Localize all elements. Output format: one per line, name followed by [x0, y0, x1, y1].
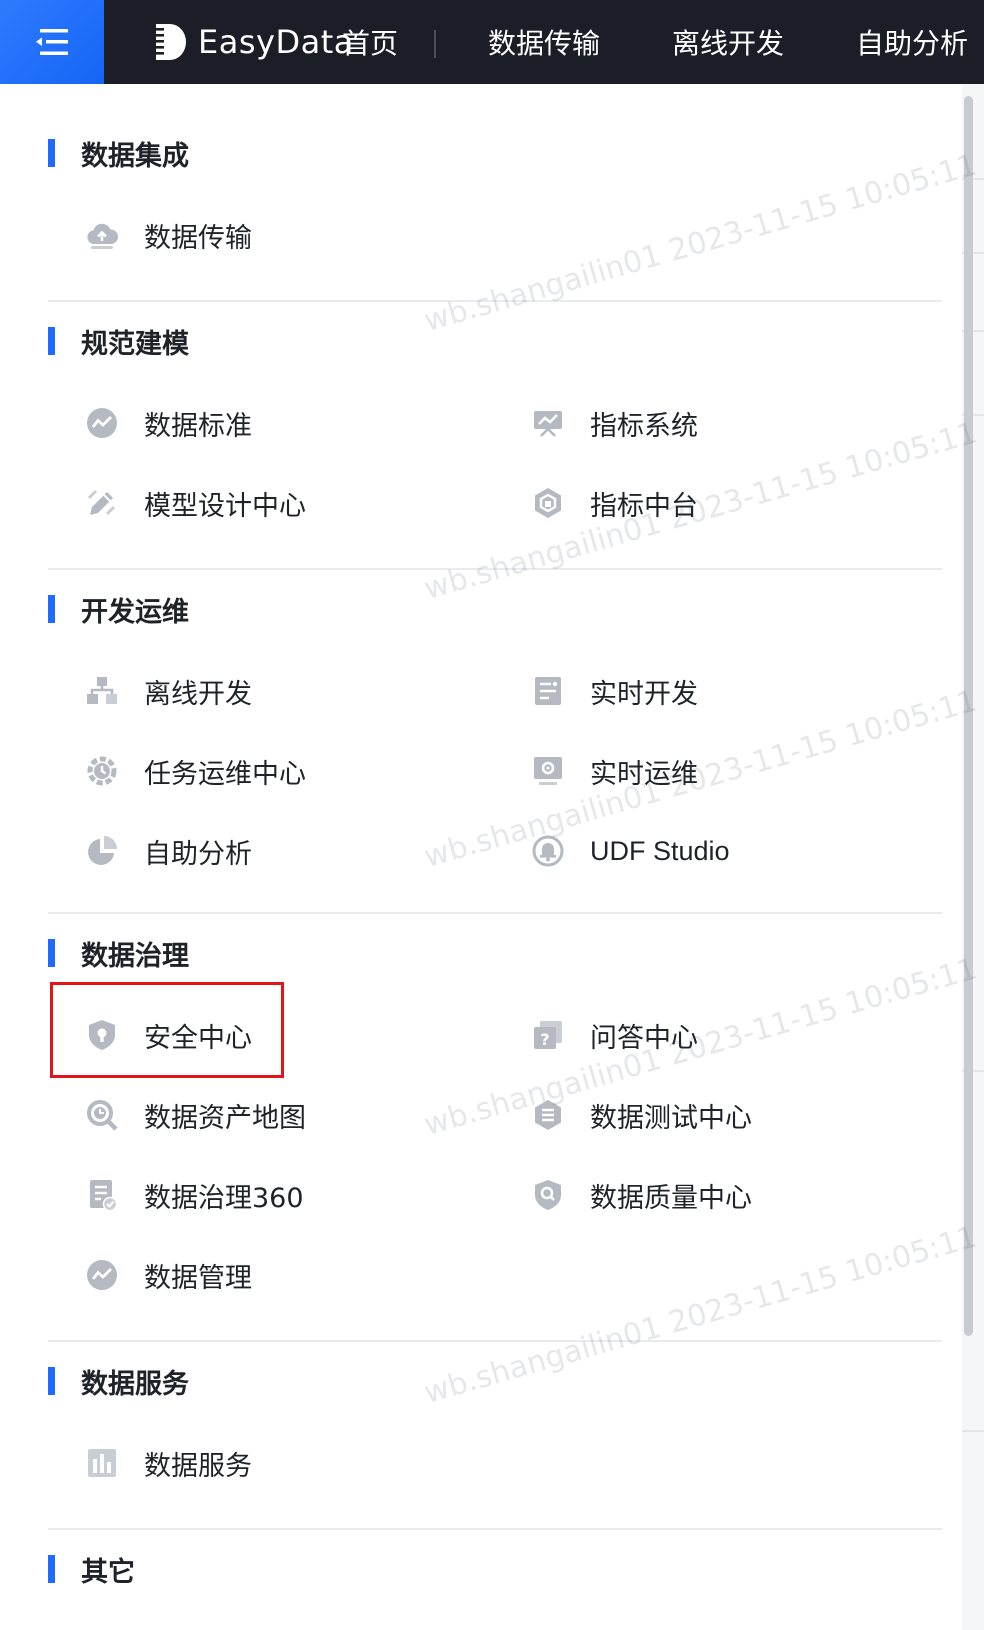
section-divider — [48, 568, 942, 570]
scrollbar-thumb[interactable] — [964, 96, 973, 1336]
product-menu-panel: 数据集成 数据传输 规范建模 数据标准 指标系统 模型设计中心 指标中台 开发运… — [0, 84, 981, 1630]
menu-item-task-ops-center[interactable]: 任务运维中心 — [84, 746, 306, 796]
magnifier-chart-icon — [84, 1097, 120, 1133]
nav-data-transfer[interactable]: 数据传输 — [488, 0, 600, 84]
menu-item-label: 模型设计中心 — [144, 490, 306, 522]
section-title: 数据集成 — [81, 140, 189, 172]
menu-item-realtime-dev[interactable]: 实时开发 — [530, 666, 698, 716]
menu-item-label: 指标中台 — [590, 490, 698, 522]
nav-self-analysis[interactable]: 自助分析 — [856, 0, 968, 84]
shield-search-icon — [530, 1177, 566, 1213]
hexagon-list-icon — [530, 1097, 566, 1133]
section-title: 数据治理 — [81, 940, 189, 972]
section-divider — [48, 300, 942, 302]
section-accent-bar — [48, 939, 55, 967]
menu-collapse-icon — [36, 29, 68, 55]
section-data-governance: 数据治理 — [48, 936, 189, 972]
top-navigation-bar: EasyData 首页 数据传输 离线开发 自助分析 — [0, 0, 984, 84]
section-standard-modeling: 规范建模 — [48, 324, 189, 360]
menu-item-label: 数据治理360 — [144, 1182, 304, 1214]
menu-item-data-test-center[interactable]: 数据测试中心 — [530, 1090, 752, 1140]
menu-item-data-asset-map[interactable]: 数据资产地图 — [84, 1090, 306, 1140]
menu-item-self-analysis[interactable]: 自助分析 — [84, 826, 252, 876]
shield-icon — [84, 1017, 120, 1053]
easydata-logo-icon — [152, 24, 186, 60]
document-list-icon — [530, 673, 566, 709]
menu-item-label: 安全中心 — [144, 1022, 252, 1054]
section-divider — [48, 1340, 942, 1342]
menu-toggle-button[interactable] — [0, 0, 104, 84]
menu-item-label: 自助分析 — [144, 838, 252, 870]
section-data-service: 数据服务 — [48, 1364, 189, 1400]
section-accent-bar — [48, 327, 55, 355]
menu-item-label: 数据质量中心 — [590, 1182, 752, 1214]
menu-item-data-management[interactable]: 数据管理 — [84, 1250, 252, 1300]
menu-item-data-service[interactable]: 数据服务 — [84, 1438, 252, 1488]
section-dev-ops: 开发运维 — [48, 592, 189, 628]
section-accent-bar — [48, 1555, 55, 1583]
menu-item-label: 任务运维中心 — [144, 758, 306, 790]
menu-item-label: 数据标准 — [144, 410, 252, 442]
trend-circle-icon — [84, 1257, 120, 1293]
nav-home[interactable]: 首页 — [342, 0, 398, 84]
menu-item-label: 数据传输 — [144, 222, 252, 254]
pencil-design-icon — [84, 485, 120, 521]
section-data-integration: 数据集成 — [48, 136, 189, 172]
pie-chart-icon — [84, 833, 120, 869]
hexagon-layers-icon — [530, 485, 566, 521]
nav-offline-dev[interactable]: 离线开发 — [672, 0, 784, 84]
cloud-upload-icon — [84, 217, 120, 253]
menu-item-security-center[interactable]: 安全中心 — [84, 1010, 252, 1060]
logo-text: EasyData — [198, 23, 354, 61]
menu-item-label: 指标系统 — [590, 410, 698, 442]
gear-cycle-icon — [84, 753, 120, 789]
menu-item-label: 实时开发 — [590, 678, 698, 710]
menu-item-label: 数据管理 — [144, 1262, 252, 1294]
menu-item-label: 离线开发 — [144, 678, 252, 710]
menu-item-realtime-ops[interactable]: 实时运维 — [530, 746, 698, 796]
section-title: 开发运维 — [81, 596, 189, 628]
menu-item-metric-platform[interactable]: 指标中台 — [530, 478, 698, 528]
section-title: 规范建模 — [81, 328, 189, 360]
svg-text:?: ? — [540, 1030, 549, 1049]
menu-item-data-transfer[interactable]: 数据传输 — [84, 210, 252, 260]
udf-bell-icon — [530, 833, 566, 869]
menu-item-label: 数据服务 — [144, 1450, 252, 1482]
menu-item-metric-system[interactable]: 指标系统 — [530, 398, 698, 448]
section-divider — [48, 1528, 942, 1530]
background-divider — [962, 1430, 984, 1432]
menu-item-data-quality-center[interactable]: 数据质量中心 — [530, 1170, 752, 1220]
section-title: 数据服务 — [81, 1368, 189, 1400]
menu-item-udf-studio[interactable]: UDF Studio — [530, 826, 730, 876]
hierarchy-icon — [84, 673, 120, 709]
menu-item-data-governance-360[interactable]: 数据治理360 — [84, 1170, 304, 1220]
section-title: 其它 — [81, 1556, 135, 1588]
menu-item-label: 问答中心 — [590, 1022, 698, 1054]
logo[interactable]: EasyData — [152, 20, 354, 64]
watermark: wb.shangailin01 2023-11-15 10:05:11 — [420, 147, 981, 339]
watermark: wb.shangailin01 2023-11-15 10:05:11 — [420, 1219, 981, 1411]
section-accent-bar — [48, 1367, 55, 1395]
menu-item-model-design-center[interactable]: 模型设计中心 — [84, 478, 306, 528]
question-card-icon: ? — [530, 1017, 566, 1053]
menu-item-label: UDF Studio — [590, 835, 730, 866]
menu-item-label: 数据测试中心 — [590, 1102, 752, 1134]
section-accent-bar — [48, 595, 55, 623]
section-divider — [48, 912, 942, 914]
section-accent-bar — [48, 139, 55, 167]
menu-item-label: 实时运维 — [590, 758, 698, 790]
menu-item-data-standard[interactable]: 数据标准 — [84, 398, 252, 448]
presentation-chart-icon — [530, 405, 566, 441]
nav-divider — [434, 30, 436, 58]
section-other: 其它 — [48, 1552, 135, 1588]
watermark: wb.shangailin01 2023-11-15 10:05:11 — [420, 415, 981, 607]
bar-building-icon — [84, 1445, 120, 1481]
menu-item-qa-center[interactable]: ? 问答中心 — [530, 1010, 698, 1060]
menu-item-offline-dev[interactable]: 离线开发 — [84, 666, 252, 716]
monitor-gear-icon — [530, 753, 566, 789]
menu-item-label: 数据资产地图 — [144, 1102, 306, 1134]
trend-circle-icon — [84, 405, 120, 441]
document-check-icon — [84, 1177, 120, 1213]
